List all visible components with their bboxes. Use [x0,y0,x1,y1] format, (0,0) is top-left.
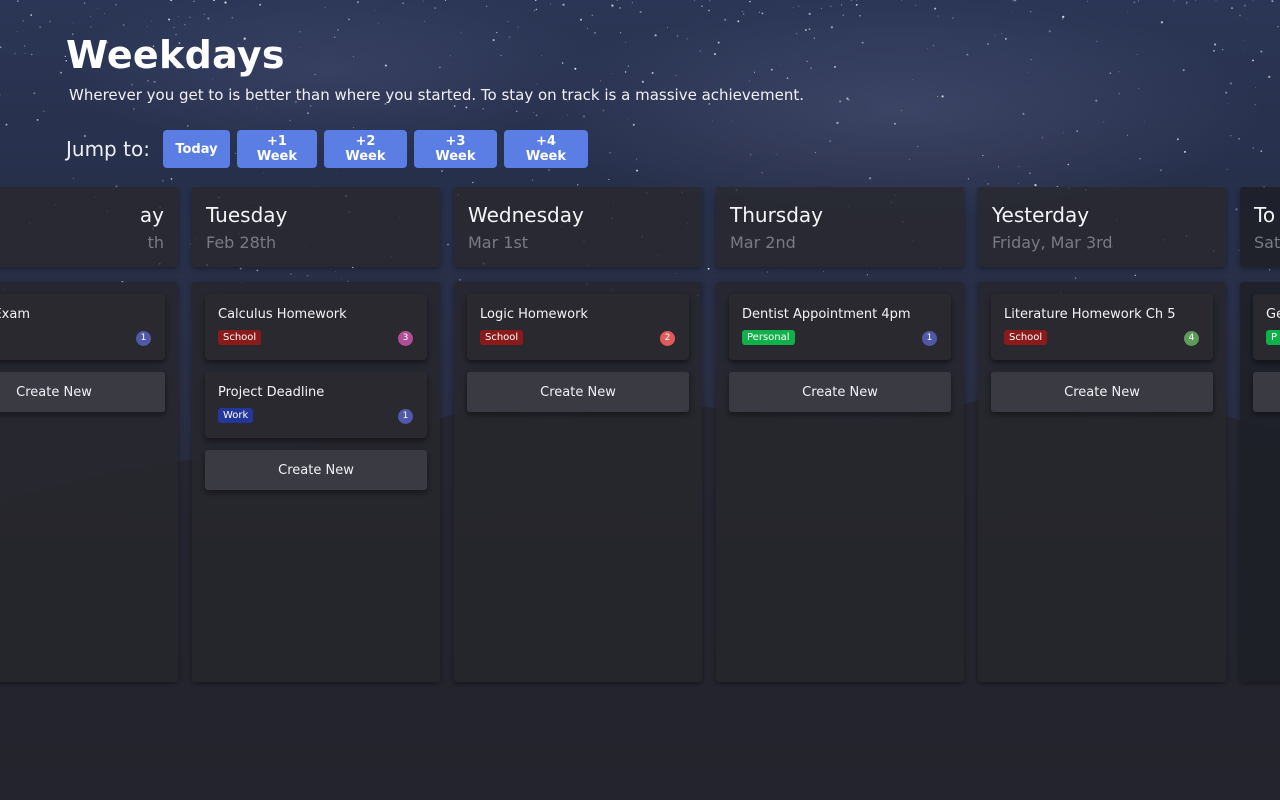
task-card[interactable]: Dentist Appointment 4pm Personal 1 [729,294,951,360]
create-new-button[interactable]: Create New [467,372,689,412]
page-title: Weekdays [66,33,285,77]
task-title: Project Deadline [218,385,325,400]
task-card[interactable]: Ge P [1253,294,1280,360]
task-card[interactable]: Calculus Homework School 3 [205,294,427,360]
task-title: Literature Homework Ch 5 [1004,307,1176,322]
jump-plus-1-week-button[interactable]: +1 Week [236,130,317,168]
task-count-badge: 2 [660,331,675,346]
day-column-body: Ge P [1240,282,1280,682]
day-title: Tuesday [206,203,288,227]
jump-today-button[interactable]: Today [162,130,230,168]
create-new-button[interactable]: Create New [205,450,427,490]
day-column-body: Literature Homework Ch 5 School 4 Create… [978,282,1226,682]
task-tag: P [1266,330,1280,345]
task-title: Exam [0,307,30,322]
jump-plus-2-week-button[interactable]: +2 Week [323,130,407,168]
jump-to-bar: Jump to: Today +1 Week +2 Week +3 Week +… [66,130,595,168]
week-board: ay th Exam 1 Create New Tuesday Feb 28th… [0,187,1280,687]
day-column: Thursday Mar 2nd Dentist Appointment 4pm… [716,187,964,682]
day-column-header: Tuesday Feb 28th [192,187,440,267]
create-new-button[interactable]: Create New [991,372,1213,412]
day-column-body: Exam 1 Create New [0,282,178,682]
day-column-header: ay th [0,187,178,267]
day-title: ay [139,203,164,227]
task-card[interactable]: Logic Homework School 2 [467,294,689,360]
day-column: Tuesday Feb 28th Calculus Homework Schoo… [192,187,440,682]
task-title: Calculus Homework [218,307,347,322]
page-header: Weekdays Wherever you get to is better t… [66,32,804,104]
day-date: Friday, Mar 3rd [992,233,1113,252]
day-date: Sat [1254,233,1280,252]
day-title: Yesterday [992,203,1090,227]
task-title: Logic Homework [480,307,588,322]
day-title: Thursday [730,203,823,227]
task-tag: School [480,330,524,345]
jump-to-label: Jump to: [66,137,150,161]
day-column: ay th Exam 1 Create New [0,187,178,682]
task-title: Ge [1266,307,1280,322]
day-column-body: Logic Homework School 2 Create New [454,282,702,682]
jump-plus-3-week-button[interactable]: +3 Week [413,130,497,168]
day-column-body: Dentist Appointment 4pm Personal 1 Creat… [716,282,964,682]
task-count-badge: 1 [922,331,937,346]
day-column-header: Yesterday Friday, Mar 3rd [978,187,1226,267]
task-card[interactable]: Exam 1 [0,294,165,360]
create-new-button[interactable]: Create New [0,372,165,412]
create-new-button[interactable]: Create New [729,372,951,412]
task-tag: School [1004,330,1048,345]
task-count-badge: 1 [398,409,413,424]
task-tag: Personal [742,330,795,345]
task-count-badge: 3 [398,331,413,346]
jump-plus-4-week-button[interactable]: +4 Week [503,130,588,168]
day-date: th [147,233,164,252]
day-title: Wednesday [468,203,584,227]
day-column: To Sat Ge P [1240,187,1280,682]
day-column-header: Thursday Mar 2nd [716,187,964,267]
task-title: Dentist Appointment 4pm [742,307,911,322]
day-date: Feb 28th [206,233,277,252]
create-new-button[interactable] [1253,372,1280,412]
day-title: To [1254,203,1276,227]
day-column: Yesterday Friday, Mar 3rd Literature Hom… [978,187,1226,682]
day-date: Mar 2nd [730,233,796,252]
day-column-header: Wednesday Mar 1st [454,187,702,267]
day-column-body: Calculus Homework School 3 Project Deadl… [192,282,440,682]
day-date: Mar 1st [468,233,529,252]
task-card[interactable]: Project Deadline Work 1 [205,372,427,438]
day-column: Wednesday Mar 1st Logic Homework School … [454,187,702,682]
task-count-badge: 4 [1184,331,1199,346]
day-column-header: To Sat [1240,187,1280,267]
task-count-badge: 1 [136,331,151,346]
page-subtitle: Wherever you get to is better than where… [69,86,805,104]
task-card[interactable]: Literature Homework Ch 5 School 4 [991,294,1213,360]
task-tag: School [218,330,262,345]
task-tag: Work [218,408,254,423]
